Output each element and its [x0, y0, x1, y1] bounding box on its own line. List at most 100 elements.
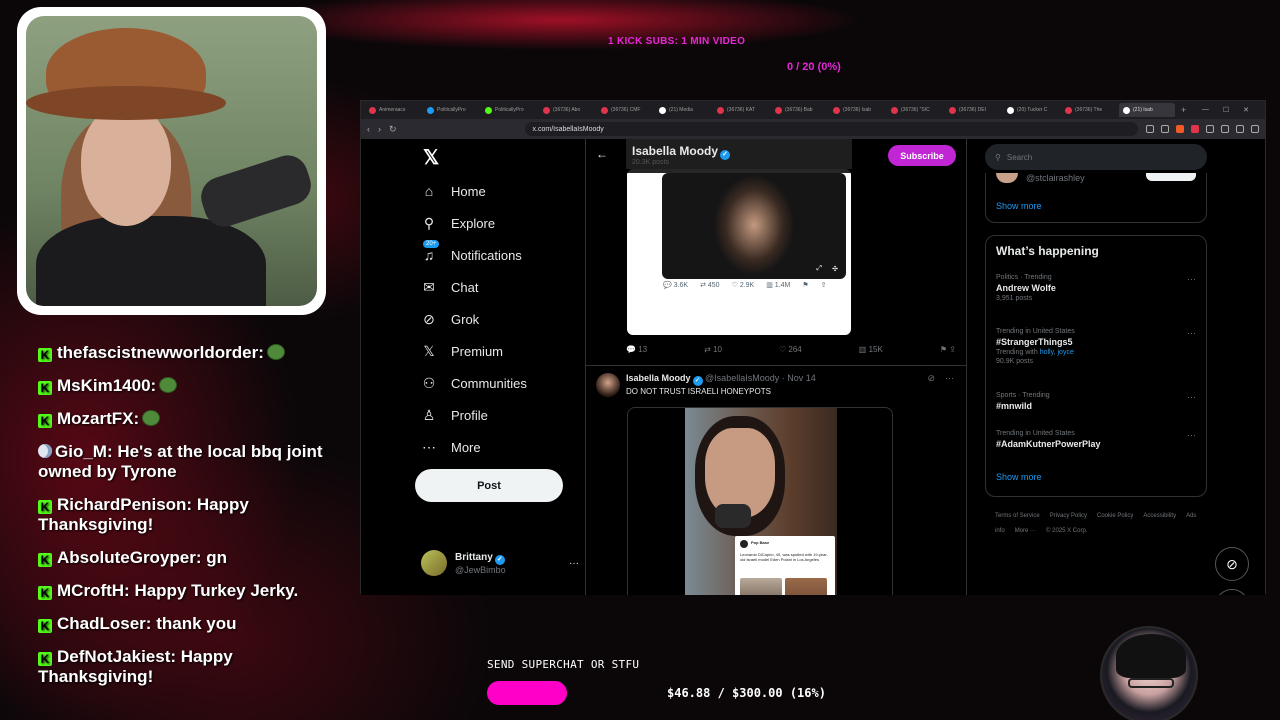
menu-icon[interactable] [1251, 125, 1259, 133]
trend-item[interactable]: Trending in United States #StrangerThings… [996, 328, 1196, 365]
avatar[interactable] [596, 373, 620, 397]
browser-tab[interactable]: (36736) Isab [829, 103, 885, 117]
tab-favicon-icon [717, 106, 724, 114]
more-dots-icon[interactable]: ··· [1187, 392, 1196, 402]
reload-icon[interactable]: ↻ [389, 124, 397, 135]
footer-link[interactable]: © 2025 X Corp. [1046, 528, 1087, 534]
nav-item-explore[interactable]: ⚲ Explore [421, 215, 495, 231]
like-stat[interactable]: ♡ 2.9K [732, 281, 755, 289]
browser-tab[interactable]: (20) Tucker C [1003, 103, 1059, 117]
reply-stat[interactable]: 💬 13 [626, 345, 647, 354]
browser-tab[interactable]: PoliticallyPro [481, 103, 537, 117]
like-icon: ♡ [779, 345, 789, 354]
ext-icon[interactable] [1221, 125, 1229, 133]
x-logo-icon[interactable]: 𝕏 [423, 145, 439, 170]
more-dots-icon[interactable]: ··· [1187, 274, 1196, 284]
footer-link[interactable]: Terms of Service [995, 513, 1040, 519]
brave-rewards-icon[interactable] [1191, 125, 1199, 133]
stat-count: 15K [868, 345, 883, 354]
browser-tab[interactable]: (36736) Bab [771, 103, 827, 117]
quoted-tweet-card[interactable]: ⤢ ✣ 💬 3.6K ⇄ 450 ♡ 2.9K ▥ 1.4M ⚑ ⇪ [627, 169, 851, 335]
share-icon[interactable]: ⇪ [949, 345, 956, 354]
nav-item-communities[interactable]: ⚇ Communities [421, 375, 527, 391]
address-bar: ‹ › ↻ x.com/IsabellaIsMoody [361, 119, 1265, 139]
grok-icon[interactable]: ⊘ [927, 373, 935, 384]
views-stat[interactable]: ▥ 1.4M [766, 281, 790, 289]
bookmark-icon[interactable]: ⚑ [802, 281, 808, 289]
browser-tab[interactable]: Animeraacs [365, 103, 421, 117]
nav-item-chat[interactable]: ✉ Chat [421, 279, 478, 295]
tweet-media[interactable]: Pop Base Leonardo DiCaprio, 49, was spot… [627, 407, 893, 595]
ext-icon[interactable] [1206, 125, 1214, 133]
back-icon[interactable]: ‹ [367, 124, 370, 134]
tab-label: (21) Isab [1133, 107, 1153, 113]
nav-item-home[interactable]: ⌂ Home [421, 183, 486, 199]
nav-item-profile[interactable]: ♙ Profile [421, 407, 488, 423]
nav-item-grok[interactable]: ⊘ Grok [421, 311, 479, 327]
browser-tab[interactable]: (36736) KAT [713, 103, 769, 117]
like-stat[interactable]: ♡ 264 [779, 345, 802, 354]
footer-link[interactable]: More ··· [1015, 528, 1036, 534]
expand-icon[interactable]: ⤢ [816, 265, 822, 273]
subscribe-button[interactable]: Subscribe [888, 145, 956, 166]
browser-tab[interactable]: (21) Media [655, 103, 711, 117]
retweet-stat[interactable]: ⇄ 10 [704, 345, 722, 354]
bookmark-icon[interactable]: ⚑ [940, 345, 949, 354]
reply-stat[interactable]: 💬 3.6K [663, 281, 688, 289]
share-icon[interactable]: ⇪ [821, 281, 827, 289]
new-tab-icon[interactable]: + [1181, 105, 1186, 115]
browser-tab[interactable]: (36736) "SIC [887, 103, 943, 117]
nav-item-notifications[interactable]: ♫ 20+ Notifications [421, 240, 522, 263]
quoted-video[interactable]: ⤢ ✣ [662, 173, 846, 279]
trend-item[interactable]: Politics · Trending Andrew Wolfe 3,951 pos… [996, 274, 1196, 302]
show-more-link[interactable]: Show more [996, 201, 1042, 211]
footer-link[interactable]: Privacy Policy [1050, 513, 1087, 519]
nav-item-premium[interactable]: 𝕏 Premium [421, 343, 503, 359]
more-dots-icon[interactable]: ··· [1187, 430, 1196, 440]
grok-float-button[interactable]: ⊘ [1215, 547, 1249, 581]
browser-tab[interactable]: (36736) CMF [597, 103, 653, 117]
ext-icon[interactable] [1161, 125, 1169, 133]
trend-related-link[interactable]: holly [1040, 349, 1054, 356]
trend-related-link[interactable]: joyce [1058, 349, 1074, 356]
more-dots-icon[interactable]: ··· [945, 373, 954, 384]
show-more-link[interactable]: Show more [996, 472, 1042, 482]
stat-count: 10 [713, 345, 722, 354]
browser-tab[interactable]: (21) Isab [1119, 103, 1175, 117]
suggested-handle[interactable]: @stclairashley [1026, 173, 1085, 183]
like-icon: ♡ [731, 282, 740, 289]
tab-label: (36736) Isab [843, 107, 872, 113]
brave-shield-icon[interactable] [1176, 125, 1184, 133]
follow-button[interactable] [1146, 173, 1196, 181]
back-arrow-icon[interactable]: ← [596, 147, 608, 161]
more-dots-icon[interactable]: ··· [569, 558, 579, 569]
messages-float-button[interactable]: ✉ [1215, 589, 1249, 595]
ext-icon[interactable] [1146, 125, 1154, 133]
views-stat[interactable]: ▥ 15K [859, 345, 883, 354]
url-field[interactable]: x.com/IsabellaIsMoody [524, 122, 1138, 136]
post-button[interactable]: Post [415, 469, 563, 502]
search-input[interactable]: ⚲ Search [985, 144, 1207, 170]
microphone [195, 150, 317, 232]
trend-name: Andrew Wolfe [996, 283, 1056, 293]
browser-tab[interactable]: (36736) The [1061, 103, 1117, 117]
browser-tab[interactable]: (36736) Abo [539, 103, 595, 117]
close-icon[interactable]: ✕ [1243, 106, 1249, 114]
browser-tab[interactable]: PoliticallyPro [423, 103, 479, 117]
account-switcher[interactable]: Brittany ✓ @JewBimbo ··· [421, 550, 579, 576]
avatar-hair [1116, 634, 1186, 678]
browser-tab[interactable]: (36736) DEI [945, 103, 1001, 117]
trend-item[interactable]: Trending in United States #AdamKutnerPowe… [996, 430, 1196, 449]
forward-icon[interactable]: › [378, 124, 381, 134]
ext-icon[interactable] [1236, 125, 1244, 133]
trend-item[interactable]: Sports · Trending #mnwild ··· [996, 392, 1196, 411]
tweet-author-name[interactable]: Isabella Moody [626, 373, 691, 383]
mute-icon[interactable]: ✣ [832, 265, 838, 273]
footer-link[interactable]: Accessibility [1143, 513, 1176, 519]
retweet-stat[interactable]: ⇄ 450 [700, 281, 720, 289]
minimize-icon[interactable]: — [1202, 106, 1209, 114]
more-dots-icon[interactable]: ··· [1187, 328, 1196, 338]
footer-link[interactable]: Cookie Policy [1097, 513, 1133, 519]
maximize-icon[interactable]: ☐ [1223, 106, 1229, 114]
nav-item-more[interactable]: ⋯ More [421, 439, 481, 455]
